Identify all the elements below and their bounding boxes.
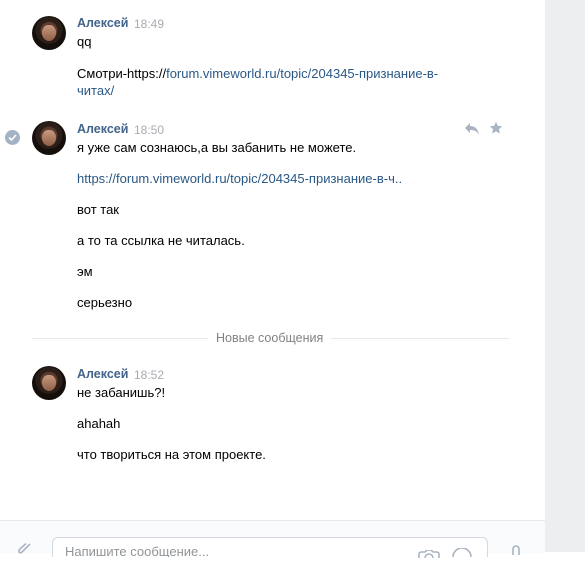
message-time[interactable]: 18:52 — [134, 368, 164, 382]
message-link[interactable]: читах/ — [77, 83, 114, 98]
smile-icon[interactable] — [452, 545, 472, 560]
message-text: серьезно — [77, 295, 133, 310]
right-sidebar-strip — [545, 0, 585, 552]
author-name[interactable]: Алексей — [77, 122, 128, 136]
reply-icon[interactable] — [464, 122, 480, 139]
message-text: я уже сам сознаюсь,а вы забанить не може… — [77, 140, 357, 155]
star-icon[interactable] — [489, 121, 503, 138]
message-text-prefix: Смотри-https:// — [77, 66, 167, 81]
paperclip-icon[interactable] — [18, 542, 32, 558]
message-link[interactable]: forum.vimeworld.ru/topic/204345-признани… — [166, 66, 438, 81]
check-icon — [5, 130, 20, 145]
author-name[interactable]: Алексей — [77, 16, 128, 30]
message-link[interactable]: https://forum.vimeworld.ru/topic/204345-… — [77, 171, 402, 186]
message-text: что твориться на этом проекте. — [77, 447, 266, 462]
author-name[interactable]: Алексей — [77, 367, 128, 381]
avatar[interactable] — [32, 366, 66, 400]
message-text: не забанишь?! — [77, 385, 166, 400]
message-text: эм — [77, 264, 93, 279]
message-text: ahahah — [77, 416, 121, 431]
mic-icon[interactable] — [511, 543, 521, 558]
message-time[interactable]: 18:49 — [134, 17, 164, 31]
message-time[interactable]: 18:50 — [134, 123, 164, 137]
new-messages-label: Новые сообщения — [208, 331, 332, 345]
avatar[interactable] — [32, 16, 66, 50]
message-composer: Напишите сообщение... — [0, 520, 545, 559]
message-text: а то та ссылка не читалась. — [77, 233, 245, 248]
avatar[interactable] — [32, 121, 66, 155]
camera-icon[interactable] — [418, 546, 440, 561]
message-text: qq — [77, 34, 92, 49]
message-text: вот так — [77, 202, 119, 217]
message-text: Смотри-https://forum.vimeworld.ru/topic/… — [77, 66, 438, 81]
